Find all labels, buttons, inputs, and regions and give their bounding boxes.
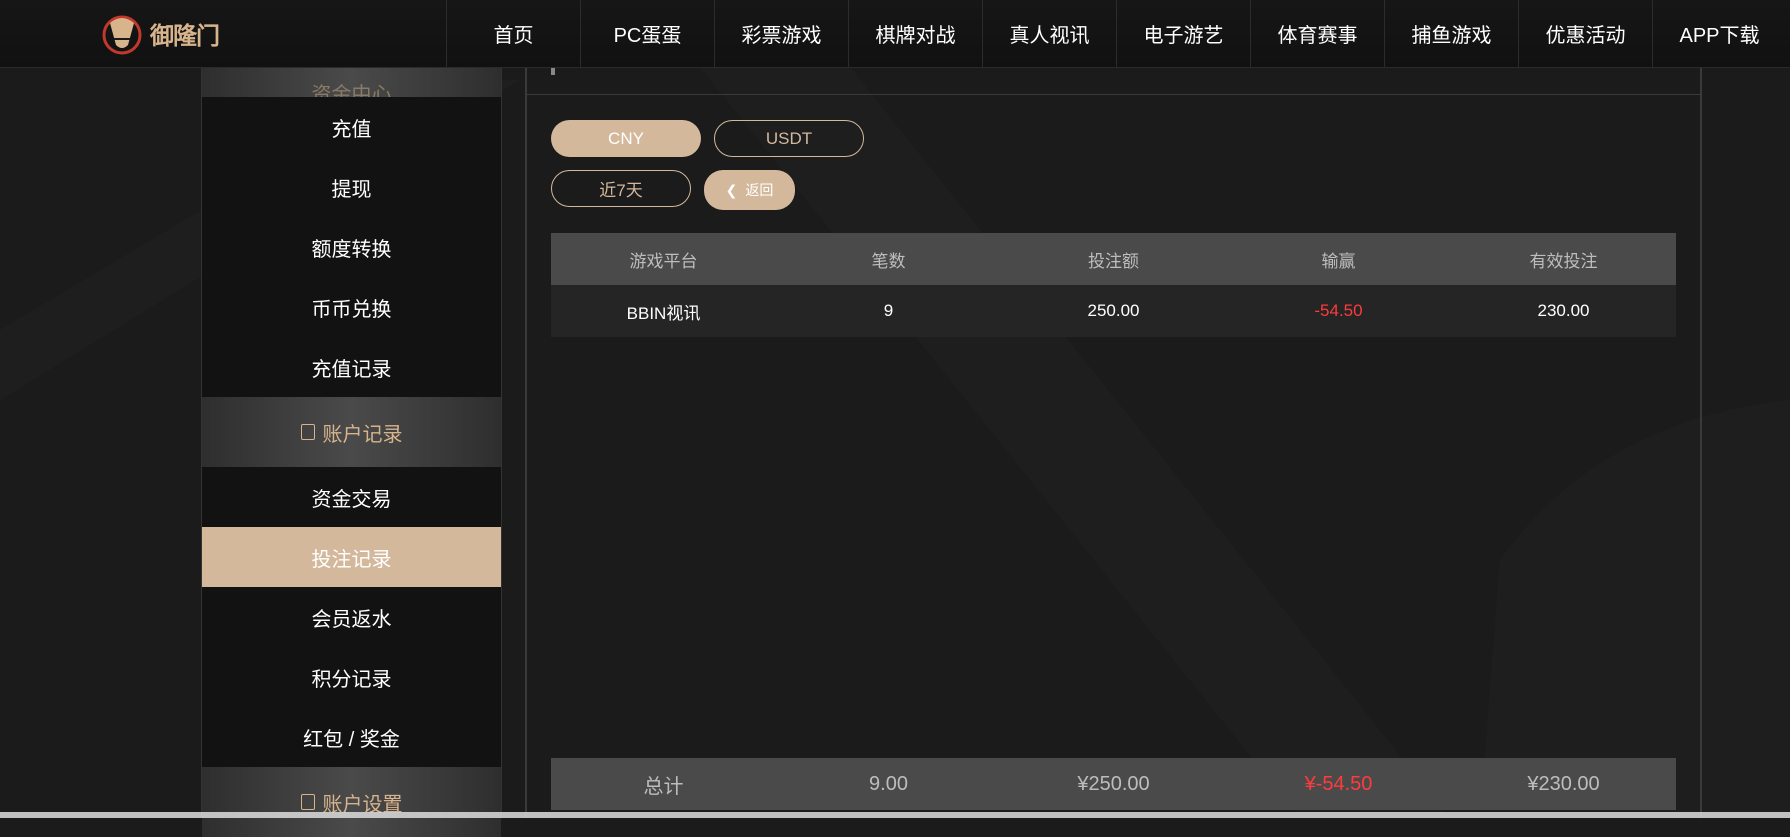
sidebar-item-withdraw[interactable]: 提现 <box>202 157 501 217</box>
chevron-left-icon: ❮ <box>725 181 738 198</box>
total-bet-amount: ¥250.00 <box>1077 772 1150 795</box>
logo-text: 御隆门 <box>150 22 220 50</box>
nav-live-casino[interactable]: 真人视讯 <box>982 0 1116 67</box>
cell-valid-bet: 230.00 <box>1537 301 1590 320</box>
sidebar-item-deposit[interactable]: 充值 <box>202 97 501 157</box>
column-header-win-loss: 输赢 <box>1321 251 1356 271</box>
total-valid-bet: ¥230.00 <box>1527 772 1600 795</box>
cell-win-loss: -54.50 <box>1314 301 1363 320</box>
nav-pc-dandan[interactable]: PC蛋蛋 <box>580 0 714 67</box>
column-header-bet-amount: 投注额 <box>1088 251 1139 271</box>
sidebar-section-funds[interactable]: 资金中心 <box>202 67 501 97</box>
cell-count: 9 <box>883 301 894 320</box>
sidebar-item-bet-records[interactable]: 投注记录 <box>202 527 501 587</box>
currency-tab-usdt[interactable]: USDT <box>714 120 864 157</box>
sidebar-section-account-settings[interactable]: 账户设置 <box>202 767 501 837</box>
back-button-label: 返回 <box>745 182 774 198</box>
cell-bet-amount: 250.00 <box>1087 301 1140 320</box>
total-count: 9.00 <box>869 772 908 795</box>
nav-app-download[interactable]: APP下载 <box>1652 0 1786 67</box>
cell-platform: BBIN视讯 <box>626 303 701 323</box>
bottom-scrollbar-track[interactable] <box>0 812 1790 818</box>
table-row[interactable]: BBIN视讯 9 250.00 -54.50 230.00 <box>551 285 1676 337</box>
nav-sports[interactable]: 体育赛事 <box>1250 0 1384 67</box>
nav-slots[interactable]: 电子游艺 <box>1116 0 1250 67</box>
account-sidebar: 资金中心 充值 提现 额度转换 币币兑换 充值记录 账户记录 资金交易 投注记录… <box>201 67 502 837</box>
sidebar-item-points-records[interactable]: 积分记录 <box>202 647 501 707</box>
nav-promotions[interactable]: 优惠活动 <box>1518 0 1652 67</box>
top-navigation-bar: 御隆门 首页 PC蛋蛋 彩票游戏 棋牌对战 真人视讯 电子游艺 体育赛事 捕鱼游… <box>0 0 1790 68</box>
nav-lottery[interactable]: 彩票游戏 <box>714 0 848 67</box>
column-header-platform: 游戏平台 <box>629 251 698 271</box>
column-header-valid-bet: 有效投注 <box>1529 251 1598 271</box>
main-nav: 首页 PC蛋蛋 彩票游戏 棋牌对战 真人视讯 电子游艺 体育赛事 捕鱼游戏 优惠… <box>446 0 1786 67</box>
column-header-count: 笔数 <box>871 251 906 271</box>
sidebar-section-funds-label: 资金中心 <box>311 84 392 97</box>
sidebar-section-account-records[interactable]: 账户记录 <box>202 397 501 467</box>
period-filter-button[interactable]: 近7天 <box>551 170 691 207</box>
site-logo[interactable]: 御隆门 <box>100 4 220 62</box>
panel-header <box>527 67 1700 95</box>
logo-emblem-icon <box>102 15 142 55</box>
bet-records-panel: CNY USDT 近7天 ❮ 返回 游戏平台 笔数 投注额 输赢 有效投注 BB… <box>525 67 1702 818</box>
currency-tab-cny[interactable]: CNY <box>551 120 701 157</box>
nav-home[interactable]: 首页 <box>446 0 580 67</box>
back-button[interactable]: ❮ 返回 <box>704 170 795 210</box>
sidebar-item-coin-exchange[interactable]: 币币兑换 <box>202 277 501 337</box>
sidebar-item-red-packet-bonus[interactable]: 红包 / 奖金 <box>202 707 501 767</box>
sidebar-item-rebate[interactable]: 会员返水 <box>202 587 501 647</box>
sidebar-section-account-records-label: 账户记录 <box>322 423 403 446</box>
panel-title-marker <box>551 67 555 75</box>
total-label: 总计 <box>643 775 684 798</box>
table-footer-totals: 总计 9.00 ¥250.00 ¥-54.50 ¥230.00 <box>551 758 1676 810</box>
sidebar-item-fund-transactions[interactable]: 资金交易 <box>202 467 501 527</box>
nav-chess-cards[interactable]: 棋牌对战 <box>848 0 982 67</box>
total-win-loss: ¥-54.50 <box>1304 772 1373 795</box>
nav-fishing[interactable]: 捕鱼游戏 <box>1384 0 1518 67</box>
sidebar-item-transfer[interactable]: 额度转换 <box>202 217 501 277</box>
document-icon <box>300 424 315 440</box>
user-card-icon <box>300 794 315 810</box>
table-header: 游戏平台 笔数 投注额 输赢 有效投注 <box>551 233 1676 285</box>
sidebar-item-deposit-records[interactable]: 充值记录 <box>202 337 501 397</box>
